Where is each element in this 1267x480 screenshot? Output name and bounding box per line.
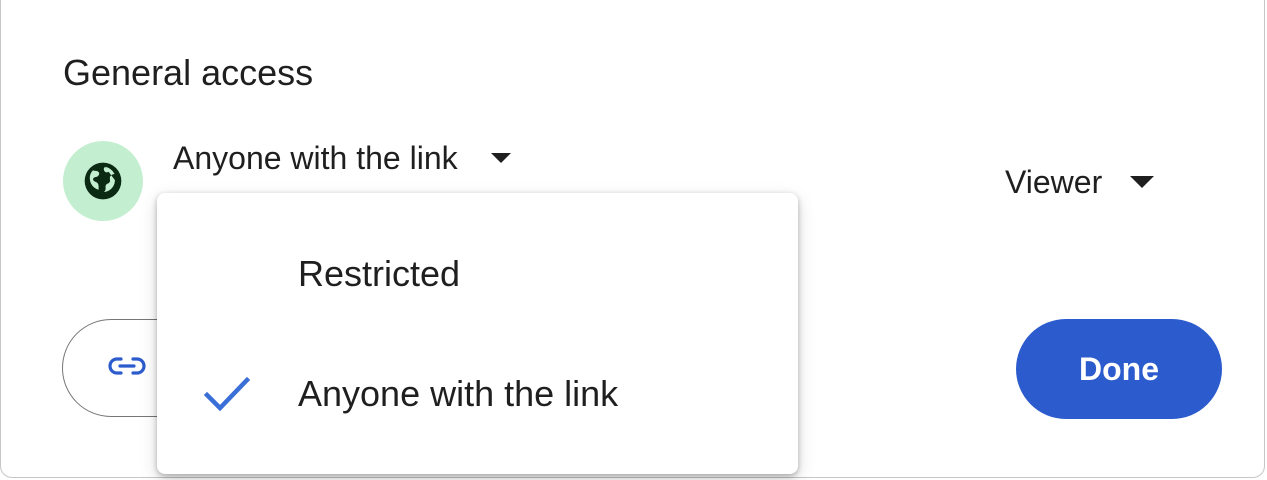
- menu-item-label: Restricted: [298, 253, 461, 294]
- access-level-label: Anyone with the link: [173, 139, 458, 176]
- role-dropdown[interactable]: Viewer: [1005, 160, 1155, 204]
- role-label: Viewer: [1005, 163, 1103, 200]
- globe-icon: [63, 141, 143, 221]
- menu-item-anyone-with-link[interactable]: Anyone with the link: [157, 339, 798, 449]
- general-access-heading: General access: [63, 52, 314, 93]
- share-dialog: General access Anyone with the link View…: [0, 0, 1265, 478]
- caret-down-icon: [1130, 176, 1155, 188]
- access-level-menu: Restricted Anyone with the link: [157, 193, 798, 474]
- caret-down-icon: [490, 153, 511, 163]
- checkmark-icon: [203, 374, 251, 414]
- menu-item-label: Anyone with the link: [298, 373, 619, 414]
- menu-item-restricted[interactable]: Restricted: [157, 219, 798, 329]
- access-level-dropdown[interactable]: Anyone with the link: [173, 136, 511, 180]
- link-icon: [107, 355, 147, 382]
- done-button[interactable]: Done: [1016, 319, 1222, 419]
